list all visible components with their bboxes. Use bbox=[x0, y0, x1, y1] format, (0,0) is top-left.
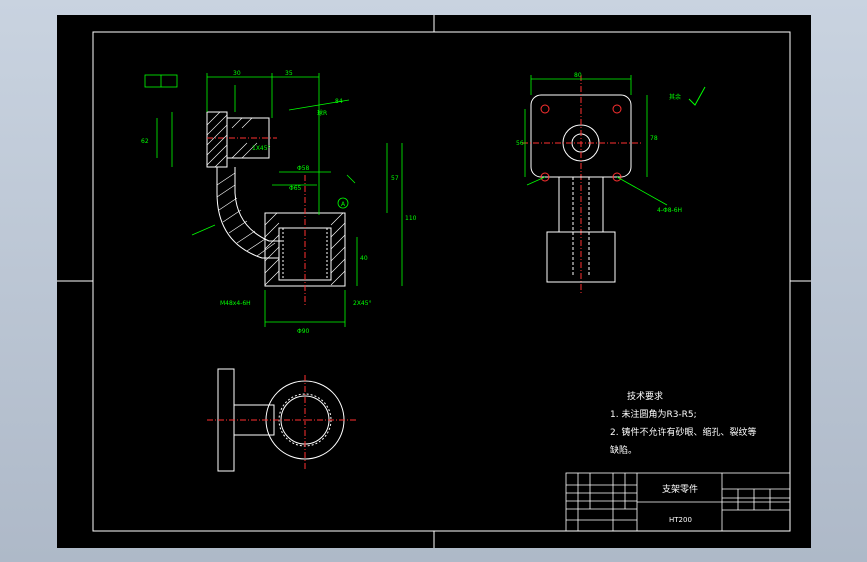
label-sphere: 球R bbox=[317, 109, 327, 117]
sheet-bg bbox=[57, 15, 811, 548]
dim-58: Φ58 bbox=[297, 165, 310, 172]
tech-line-2: 2. 铸件不允许有砂眼、缩孔、裂纹等 bbox=[610, 426, 756, 438]
dim-40: 40 bbox=[360, 255, 368, 262]
tech-heading: 技术要求 bbox=[627, 390, 663, 402]
dim-65: Φ65 bbox=[289, 185, 302, 192]
tech-line-3: 缺陷。 bbox=[610, 444, 637, 456]
dim-78: 78 bbox=[650, 135, 658, 142]
material: HT200 bbox=[669, 516, 692, 524]
dim-84: 84 bbox=[335, 98, 343, 105]
dim-110: 110 bbox=[405, 215, 417, 222]
dim-30: 30 bbox=[233, 70, 241, 77]
dim-56: 56 bbox=[516, 140, 524, 147]
dim-90: Φ90 bbox=[297, 328, 310, 335]
dim-62: 62 bbox=[141, 138, 149, 145]
drawing-canvas: 30 35 84 球R 1X45° Φ58 Φ65 57 110 40 Φ90 … bbox=[57, 15, 811, 548]
label-chamfer-bottom: 2X45° bbox=[353, 300, 372, 307]
label-holes: 4-Φ8-6H bbox=[657, 207, 682, 214]
cad-window: 30 35 84 球R 1X45° Φ58 Φ65 57 110 40 Φ90 … bbox=[0, 0, 867, 562]
dim-80: 80 bbox=[574, 72, 582, 79]
tech-line-1: 1. 未注圆角为R3-R5; bbox=[610, 408, 697, 420]
label-chamfer-top: 1X45° bbox=[252, 145, 271, 152]
dim-57: 57 bbox=[391, 175, 399, 182]
part-name: 支架零件 bbox=[662, 483, 698, 495]
dim-35: 35 bbox=[285, 70, 293, 77]
label-thread: M48x4-6H bbox=[220, 300, 251, 307]
drawing-sheet: 30 35 84 球R 1X45° Φ58 Φ65 57 110 40 Φ90 … bbox=[57, 15, 811, 548]
label-rest: 其余 bbox=[669, 93, 681, 101]
